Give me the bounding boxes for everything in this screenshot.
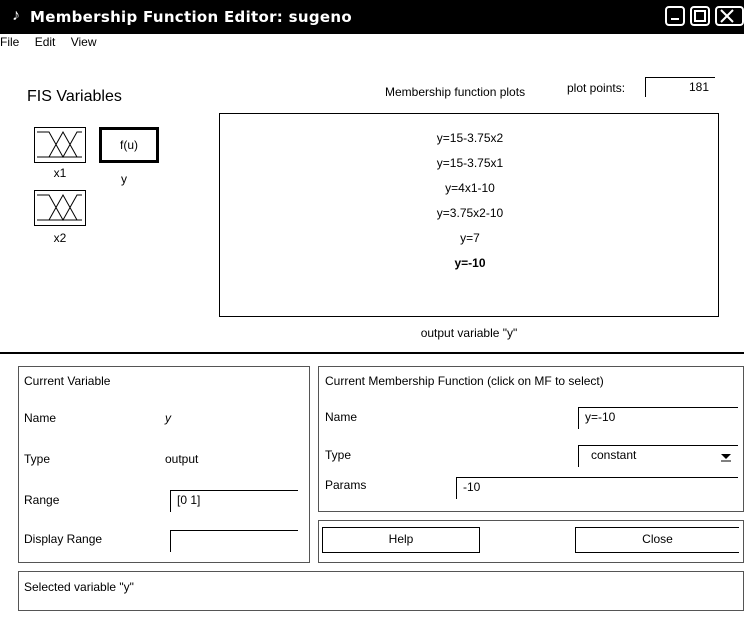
plot-title: Membership function plots (385, 85, 526, 99)
close-window-icon[interactable] (715, 6, 744, 26)
output-label-y: y (121, 172, 127, 186)
help-button[interactable]: Help (322, 527, 480, 553)
current-variable-heading: Current Variable (24, 374, 111, 388)
output-variable-y[interactable]: f(u) (99, 127, 159, 163)
input-label-x2: x2 (53, 231, 67, 245)
fis-variables-heading: FIS Variables (27, 88, 122, 105)
cv-display-range-label: Display Range (24, 532, 103, 546)
input-variable-x2[interactable] (34, 190, 86, 226)
plot-caption: output variable "y" (420, 326, 518, 340)
section-divider (0, 352, 744, 354)
mf-label[interactable]: y=15-3.75x1 (220, 156, 720, 170)
cv-display-range-input[interactable] (170, 530, 298, 552)
mf-type-value: constant (591, 448, 637, 462)
mf-params-label: Params (325, 478, 367, 492)
dropdown-arrow-icon[interactable] (720, 451, 732, 463)
cv-range-input[interactable]: [0 1] (170, 490, 298, 512)
cv-name-label: Name (24, 411, 57, 425)
mf-label[interactable]: y=7 (220, 231, 720, 245)
close-button[interactable]: Close (575, 527, 739, 553)
title-bar: ♪ Membership Function Editor: sugeno (0, 0, 744, 34)
input-variable-x1[interactable] (34, 127, 86, 163)
menu-view[interactable]: View (71, 35, 97, 49)
mf-plot-area[interactable]: y=15-3.75x2 y=15-3.75x1 y=4x1-10 y=3.75x… (219, 113, 719, 317)
app-icon: ♪ (12, 7, 20, 24)
mf-triangles-icon (37, 193, 82, 222)
minimize-icon[interactable] (665, 6, 685, 26)
mf-label-selected[interactable]: y=-10 (220, 256, 720, 270)
mf-triangles-icon (37, 130, 82, 159)
cv-range-label: Range (24, 493, 60, 507)
menu-bar: File Edit View (0, 35, 109, 51)
menu-file[interactable]: File (0, 35, 19, 49)
window-title: Membership Function Editor: sugeno (30, 8, 352, 26)
mf-label[interactable]: y=3.75x2-10 (220, 206, 720, 220)
mf-type-label: Type (325, 448, 352, 462)
current-mf-heading: Current Membership Function (click on MF… (325, 374, 604, 388)
status-text: Selected variable "y" (24, 580, 134, 594)
mf-type-select[interactable]: constant (578, 445, 738, 467)
cv-name-value: y (165, 411, 171, 425)
cv-type-label: Type (24, 452, 51, 466)
cv-type-value: output (165, 452, 199, 466)
menu-edit[interactable]: Edit (35, 35, 56, 49)
mf-label[interactable]: y=4x1-10 (220, 181, 720, 195)
mf-label[interactable]: y=15-3.75x2 (220, 131, 720, 145)
mf-name-input[interactable]: y=-10 (578, 407, 738, 429)
maximize-icon[interactable] (690, 6, 710, 26)
plot-points-input[interactable]: 181 (645, 77, 715, 97)
mf-params-input[interactable]: -10 (456, 477, 738, 499)
plot-points-label: plot points: (567, 81, 626, 95)
mf-name-label: Name (325, 410, 358, 424)
output-symbol: f(u) (120, 138, 138, 152)
input-label-x1: x1 (53, 166, 67, 180)
